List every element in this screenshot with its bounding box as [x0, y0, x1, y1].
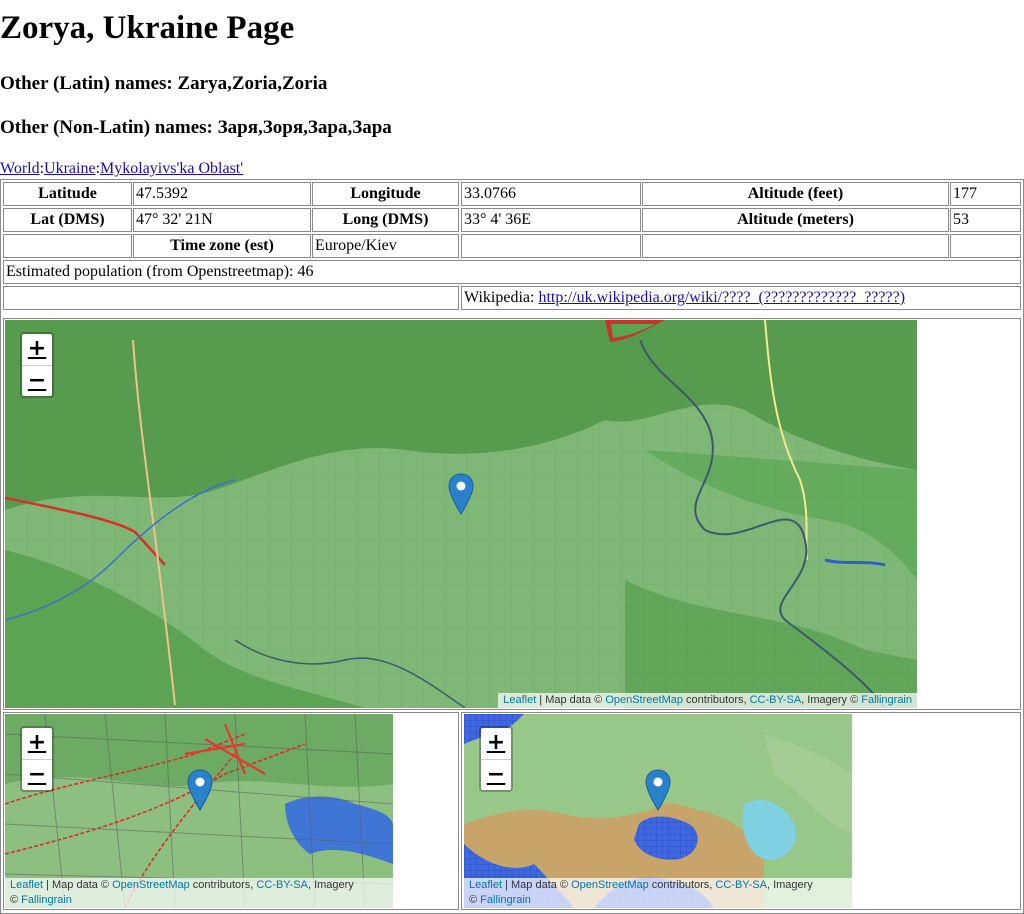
breadcrumb-oblast-link[interactable]: Mykolayivs'ka Oblast'	[100, 160, 243, 177]
empty-cell	[461, 234, 641, 258]
attribution-text: | Map data ©	[502, 879, 572, 891]
attribution-text: , Imagery	[766, 879, 813, 891]
altitude-feet-value: 177	[950, 182, 1021, 206]
empty-cell	[642, 234, 949, 258]
empty-cell	[3, 234, 132, 258]
altitude-meters-label: Altitude (meters)	[642, 208, 949, 232]
zoom-out-button[interactable]: −	[22, 760, 52, 791]
fallingrain-link[interactable]: Fallingrain	[480, 894, 531, 906]
license-link[interactable]: CC-BY-SA	[256, 879, 308, 891]
breadcrumb-world-link[interactable]: World	[0, 160, 40, 177]
zoom-in-button[interactable]: +	[22, 334, 52, 366]
main-map-zoom-control: + −	[20, 332, 54, 398]
latitude-value: 47.5392	[133, 182, 311, 206]
altitude-feet-label: Altitude (feet)	[642, 182, 949, 206]
openstreetmap-link[interactable]: OpenStreetMap	[571, 879, 649, 891]
openstreetmap-link[interactable]: OpenStreetMap	[112, 879, 190, 891]
lat-dms-label: Lat (DMS)	[3, 208, 132, 232]
zoom-in-button[interactable]: +	[481, 728, 511, 760]
attribution-text: | Map data ©	[43, 879, 113, 891]
regional-map-attribution: Leaflet | Map data © OpenStreetMap contr…	[5, 878, 393, 908]
attribution-text: contributors,	[189, 879, 257, 891]
main-map-attribution: Leaflet | Map data © OpenStreetMap contr…	[498, 693, 917, 708]
regional-map[interactable]: + − Leaflet | Map data © OpenStreetMap c…	[5, 714, 393, 908]
attribution-text: contributors,	[648, 879, 716, 891]
fallingrain-link[interactable]: Fallingrain	[21, 894, 72, 906]
fallingrain-link[interactable]: Fallingrain	[861, 694, 912, 706]
altitude-meters-value: 53	[950, 208, 1021, 232]
overview-map-attribution: Leaflet | Map data © OpenStreetMap contr…	[464, 878, 852, 908]
latin-names: Other (Latin) names: Zarya,Zoria,Zoria	[0, 73, 328, 94]
regional-map-zoom-control: + −	[20, 726, 54, 792]
attribution-text: | Map data ©	[536, 694, 606, 706]
leaflet-link[interactable]: Leaflet	[503, 694, 536, 706]
openstreetmap-link[interactable]: OpenStreetMap	[605, 694, 683, 706]
attribution-text: ©	[10, 894, 22, 906]
license-link[interactable]: CC-BY-SA	[715, 879, 767, 891]
overview-map[interactable]: + − Leaflet | Map data © OpenStreetMap c…	[464, 714, 852, 908]
longitude-value: 33.0766	[461, 182, 641, 206]
map-marker-icon[interactable]	[645, 769, 671, 811]
breadcrumb: World:Ukraine:Mykolayivs'ka Oblast'	[0, 159, 243, 179]
timezone-value: Europe/Kiev	[312, 234, 459, 258]
wikipedia-cell: Wikipedia: http://uk.wikipedia.org/wiki/…	[461, 286, 1021, 310]
wikipedia-label: Wikipedia:	[464, 289, 535, 306]
map-marker-icon[interactable]	[448, 473, 474, 515]
main-map[interactable]: + − Leaflet | Map data © OpenStreetMap c…	[5, 320, 917, 708]
license-link[interactable]: CC-BY-SA	[750, 694, 802, 706]
attribution-text: ©	[469, 894, 481, 906]
longitude-label: Longitude	[312, 182, 459, 206]
leaflet-link[interactable]: Leaflet	[10, 879, 43, 891]
zoom-out-button[interactable]: −	[22, 366, 52, 397]
zoom-in-button[interactable]: +	[22, 728, 52, 760]
lat-dms-value: 47° 32' 21N	[133, 208, 311, 232]
overview-map-zoom-control: + −	[479, 726, 513, 792]
map-marker-icon[interactable]	[187, 769, 213, 811]
attribution-text: , Imagery ©	[801, 694, 862, 706]
breadcrumb-ukraine-link[interactable]: Ukraine	[44, 160, 96, 177]
empty-cell	[950, 234, 1021, 258]
long-dms-value: 33° 4' 36E	[461, 208, 641, 232]
non-latin-names: Other (Non-Latin) names: Заря,Зоря,Зара,…	[0, 117, 392, 138]
leaflet-link[interactable]: Leaflet	[469, 879, 502, 891]
population-text: Estimated population (from Openstreetmap…	[3, 260, 1021, 284]
attribution-text: , Imagery	[307, 879, 354, 891]
latitude-label: Latitude	[3, 182, 132, 206]
timezone-label: Time zone (est)	[133, 234, 311, 258]
attribution-text: contributors,	[682, 694, 750, 706]
empty-cell	[3, 286, 459, 310]
long-dms-label: Long (DMS)	[312, 208, 459, 232]
page-title: Zorya, Ukraine Page	[0, 10, 295, 46]
wikipedia-link[interactable]: http://uk.wikipedia.org/wiki/????_(?????…	[538, 289, 905, 306]
zoom-out-button[interactable]: −	[481, 760, 511, 791]
